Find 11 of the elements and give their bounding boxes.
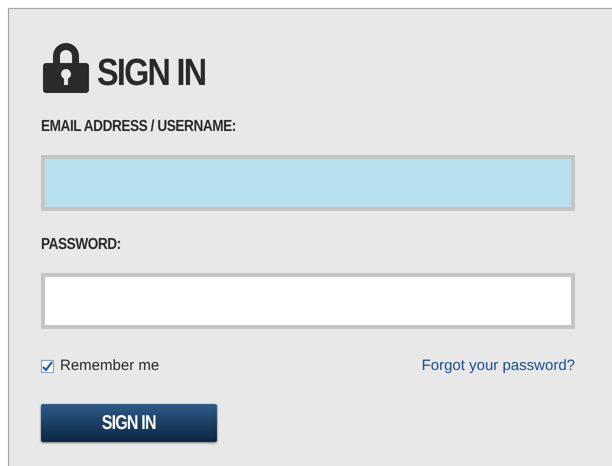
checkmark-icon bbox=[42, 360, 53, 372]
input-field[interactable] bbox=[41, 273, 575, 329]
forgot-password-link[interactable]: Forgot your password? bbox=[422, 355, 575, 378]
checkbox-label: Remember me bbox=[60, 356, 160, 376]
padlock-icon bbox=[41, 41, 91, 93]
page-title: SIGN IN bbox=[97, 53, 206, 93]
field-label: PASSWORD: bbox=[41, 235, 122, 255]
input-field[interactable] bbox=[41, 155, 575, 211]
field-label: EMAIL ADDRESS / USERNAME: bbox=[41, 117, 237, 137]
sign-in-button[interactable]: SIGN IN bbox=[41, 404, 217, 442]
checkbox[interactable] bbox=[41, 360, 54, 373]
